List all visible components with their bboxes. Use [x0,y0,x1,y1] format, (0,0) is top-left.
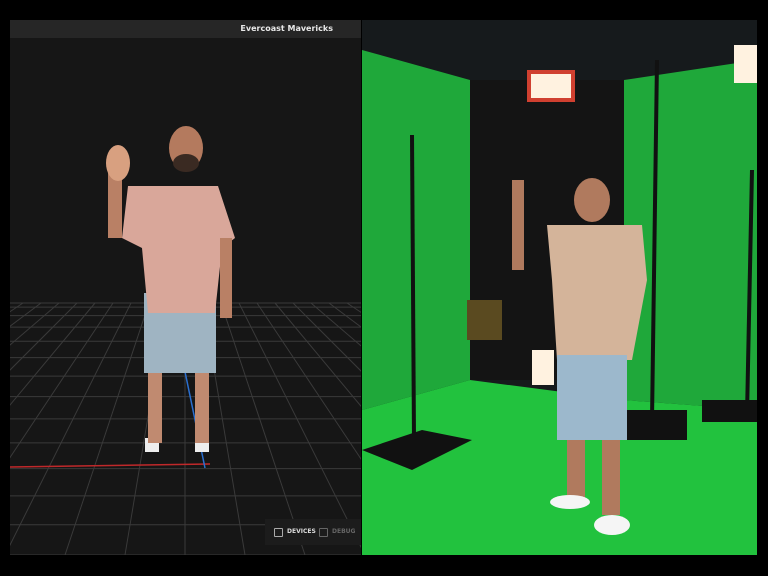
viewer-toolbar: DEVICES DEBUG [265,519,361,545]
devices-label: DEVICES [287,528,316,535]
3d-scene [10,126,361,555]
title-bar: Evercoast Mavericks [10,20,361,38]
app-title: Evercoast Mavericks [240,24,333,33]
green-screen-studio-image [362,20,757,555]
devices-checkbox[interactable] [274,528,283,537]
x-axis-line [10,463,211,468]
debug-checkbox[interactable] [319,528,328,537]
studio-photo [362,20,757,555]
volumetric-person-capture [106,126,235,452]
volumetric-viewer-panel: Evercoast Mavericks DEVICES DEBUG [10,20,361,555]
3d-viewport[interactable] [10,38,361,555]
debug-label: DEBUG [332,528,356,535]
